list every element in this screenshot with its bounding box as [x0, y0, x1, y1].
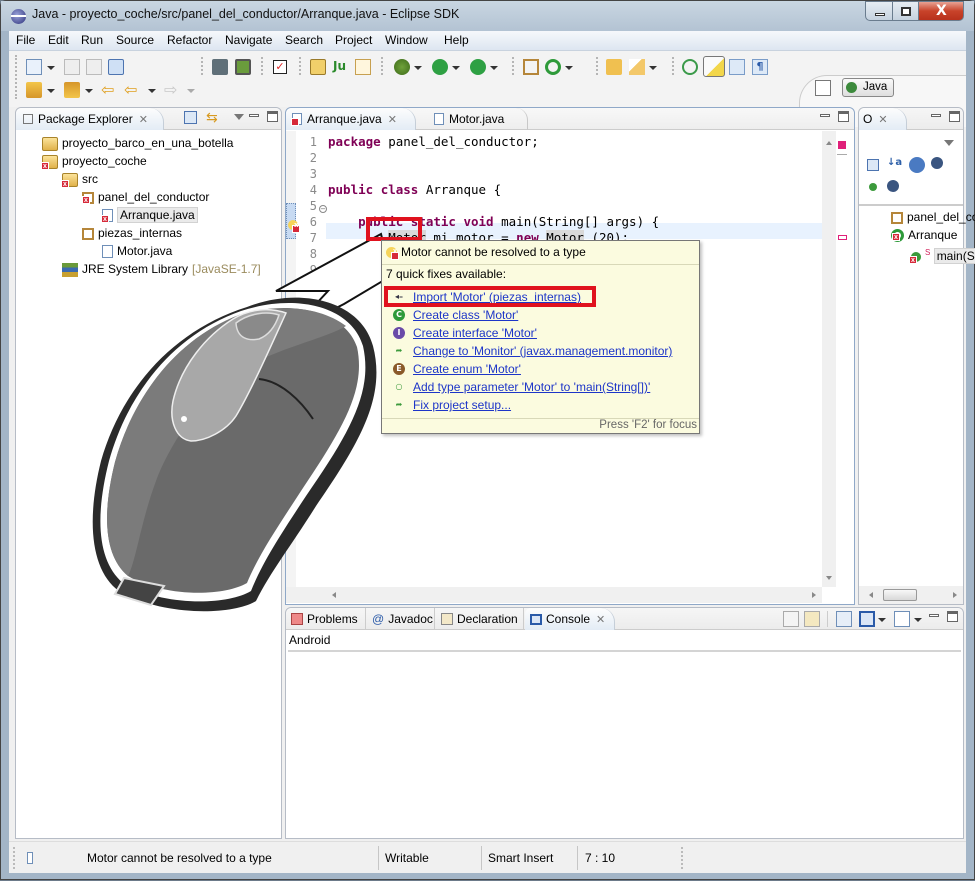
class-icon: C [393, 309, 405, 321]
highlight-import-fix [384, 286, 596, 307]
quickfix-item[interactable]: I Create interface 'Motor' [393, 324, 693, 342]
quickfix-item[interactable]: ➦ Change to 'Monitor' (javax.management.m… [393, 342, 693, 360]
interface-icon: I [393, 327, 405, 339]
mouse-illustration [92, 297, 377, 612]
quickfix-link[interactable]: Change to 'Monitor' (javax.management.mo… [413, 342, 672, 360]
quickfix-item[interactable]: ➦ Fix project setup... [393, 396, 693, 414]
type-parameter-icon: ○ [395, 382, 403, 391]
quickfix-link[interactable]: Fix project setup... [413, 396, 511, 414]
quickfix-count: 7 quick fixes available: [386, 267, 507, 281]
quickfix-item[interactable]: ○ Add type parameter 'Motor' to 'main(Str… [393, 378, 693, 396]
annotation-overlay [92, 232, 393, 612]
quickfix-link[interactable]: Create interface 'Motor' [413, 324, 537, 342]
quickfix-separator [382, 264, 699, 265]
error-lightbulb-icon [386, 247, 399, 260]
fix-setup-icon: ➦ [395, 400, 403, 409]
quickfix-item[interactable]: E Create enum 'Motor' [393, 360, 693, 378]
quickfix-link[interactable]: Add type parameter 'Motor' to 'main(Stri… [413, 378, 650, 396]
quickfix-link[interactable]: Create enum 'Motor' [413, 360, 521, 378]
quickfix-problem-title: Motor cannot be resolved to a type [401, 245, 586, 259]
change-icon: ➦ [395, 346, 403, 355]
highlight-motor-type [366, 217, 422, 241]
eclipse-window: Java - proyecto_coche/src/panel_del_cond… [0, 0, 975, 880]
quickfix-item[interactable]: C Create class 'Motor' [393, 306, 693, 324]
quickfix-footer: Press 'F2' for focus [599, 419, 697, 431]
enum-icon: E [393, 363, 405, 375]
quickfix-popup: Motor cannot be resolved to a type 7 qui… [381, 240, 700, 434]
quickfix-link[interactable]: Create class 'Motor' [413, 306, 518, 324]
